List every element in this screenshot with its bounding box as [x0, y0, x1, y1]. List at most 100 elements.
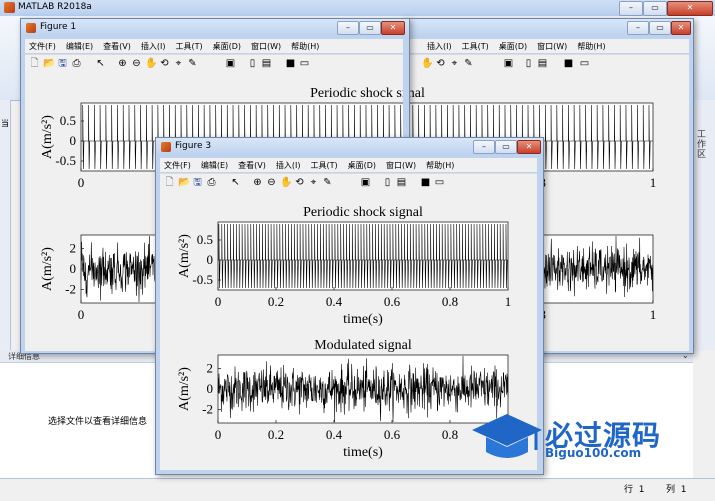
figure-3-menu-view[interactable]: 查看(V) [238, 160, 266, 172]
workspace-tab-label[interactable]: 工作区 [697, 130, 709, 160]
x-tick-label: 0.4 [326, 427, 343, 442]
rotate-icon[interactable]: ⟲ [435, 58, 446, 69]
zoom-out-icon[interactable]: ⊖ [266, 177, 277, 188]
figure-2-menu-window[interactable]: 窗口(W) [537, 41, 567, 53]
link-plot-icon[interactable]: ▣ [503, 58, 514, 69]
open-file-icon[interactable]: 📂 [43, 58, 55, 69]
pan-icon[interactable]: ✋ [421, 58, 433, 69]
new-figure-icon[interactable]: 🗋 [164, 177, 175, 188]
data-cursor-icon[interactable]: ⌖ [173, 58, 184, 69]
legend-icon[interactable]: ▤ [261, 58, 272, 69]
pan-icon[interactable]: ✋ [280, 177, 292, 188]
dock-icon[interactable]: ▭ [434, 177, 445, 188]
data-cursor-icon[interactable]: ⌖ [449, 58, 460, 69]
new-figure-icon[interactable]: 🗋 [29, 58, 40, 69]
figure-3-menu-tools[interactable]: 工具(T) [310, 160, 337, 172]
figure-1-menu-window[interactable]: 窗口(W) [251, 41, 281, 53]
current-folder-strip[interactable]: 当 [0, 100, 11, 350]
zoom-out-icon[interactable]: ⊖ [131, 58, 142, 69]
edit-plot-icon[interactable]: ↖ [95, 58, 106, 69]
figure-3-title: Figure 3 [175, 141, 212, 151]
brush-icon[interactable]: ✎ [187, 58, 198, 69]
figure-2-title-bar[interactable]: – ▭ ✕ [403, 19, 693, 37]
colorbar-icon[interactable]: ▯ [523, 58, 534, 69]
y-tick-label: 0 [207, 252, 214, 267]
data-cursor-icon[interactable]: ⌖ [308, 177, 319, 188]
x-axis-label: time(s) [343, 312, 383, 327]
figure-1-menu-insert[interactable]: 插入(I) [141, 41, 166, 53]
figure-1-menu-help[interactable]: 帮助(H) [291, 41, 319, 53]
figure-3-menu-window[interactable]: 窗口(W) [386, 160, 416, 172]
figure-2-maximize-button[interactable]: ▭ [649, 21, 671, 35]
figure-3-menu-help[interactable]: 帮助(H) [426, 160, 454, 172]
figure-3-menu-insert[interactable]: 插入(I) [276, 160, 301, 172]
figure-3-minimize-button[interactable]: – [473, 140, 495, 154]
minimize-button[interactable]: – [619, 1, 643, 16]
figure-3-title-bar[interactable]: Figure 3 – ▭ ✕ [156, 138, 543, 156]
figure-1-logo-icon [26, 23, 36, 33]
save-icon[interactable]: 🖫 [57, 58, 68, 69]
figure-2-close-button[interactable]: ✕ [671, 21, 691, 35]
dock-icon[interactable]: ▭ [299, 58, 310, 69]
link-plot-icon[interactable]: ▣ [225, 58, 236, 69]
figure-3-menu-edit[interactable]: 编辑(E) [201, 160, 228, 172]
brush-icon[interactable]: ✎ [463, 58, 474, 69]
brush-icon[interactable]: ✎ [322, 177, 333, 188]
figure-3-maximize-button[interactable]: ▭ [495, 140, 517, 154]
dock-icon[interactable]: ▭ [579, 58, 590, 69]
figure-1-title-bar[interactable]: Figure 1 – ▭ ✕ [21, 19, 409, 37]
legend-icon[interactable]: ▤ [396, 177, 407, 188]
figure-2-menu-help[interactable]: 帮助(H) [577, 41, 605, 53]
zoom-in-icon[interactable]: ⊕ [252, 177, 263, 188]
rotate-icon[interactable]: ⟲ [159, 58, 170, 69]
figure-2-menu-tools[interactable]: 工具(T) [462, 41, 489, 53]
figure-1-menu-desktop[interactable]: 桌面(D) [213, 41, 241, 53]
colorbar-icon[interactable]: ▯ [247, 58, 258, 69]
x-tick-label: 0.8 [442, 427, 458, 442]
figure-3-menubar: 文件(F) 编辑(E) 查看(V) 插入(I) 工具(T) 桌面(D) 窗口(W… [160, 158, 537, 172]
figure-1-minimize-button[interactable]: – [337, 21, 359, 35]
print-icon[interactable]: ⎙ [71, 58, 82, 69]
print-icon[interactable]: ⎙ [206, 177, 217, 188]
save-icon[interactable]: 🖫 [192, 177, 203, 188]
chart-title: Periodic shock signal [303, 205, 423, 220]
hide-tools-icon[interactable]: ■ [420, 177, 431, 188]
open-file-icon[interactable]: 📂 [178, 177, 190, 188]
status-col: 列 1 [666, 482, 686, 495]
x-tick-label: 0 [78, 175, 85, 190]
figure-1-menu-edit[interactable]: 编辑(E) [66, 41, 93, 53]
figure-1-close-button[interactable]: ✕ [381, 21, 405, 35]
link-plot-icon[interactable]: ▣ [360, 177, 371, 188]
watermark-en: Biguo100.com [545, 446, 642, 460]
zoom-in-icon[interactable]: ⊕ [117, 58, 128, 69]
hide-tools-icon[interactable]: ■ [285, 58, 296, 69]
figure-2-minimize-button[interactable]: – [627, 21, 649, 35]
figure-1-menu-tools[interactable]: 工具(T) [175, 41, 202, 53]
legend-icon[interactable]: ▤ [537, 58, 548, 69]
figure-1-menu-file[interactable]: 文件(F) [29, 41, 56, 53]
hide-tools-icon[interactable]: ■ [563, 58, 574, 69]
pan-icon[interactable]: ✋ [145, 58, 157, 69]
figure-2-menu-desktop[interactable]: 桌面(D) [499, 41, 527, 53]
x-tick-label: 0 [215, 427, 222, 442]
y-axis-label: A(m/s²) [177, 234, 192, 278]
status-col-label: 列 [666, 485, 676, 495]
x-tick-label: 1 [505, 294, 512, 309]
figure-3-menu-file[interactable]: 文件(F) [164, 160, 191, 172]
app-title: MATLAB R2018a [18, 2, 92, 12]
maximize-button[interactable]: ▭ [643, 1, 667, 16]
edit-plot-icon[interactable]: ↖ [230, 177, 241, 188]
figure-1-maximize-button[interactable]: ▭ [359, 21, 381, 35]
figure-1-menubar: 文件(F) 编辑(E) 查看(V) 插入(I) 工具(T) 桌面(D) 窗口(W… [25, 39, 403, 53]
status-row-label: 行 [624, 485, 634, 495]
figure-3-close-button[interactable]: ✕ [517, 140, 541, 154]
status-row: 行 1 [624, 482, 644, 495]
detail-panel-text: 选择文件以查看详细信息 [48, 417, 148, 427]
colorbar-icon[interactable]: ▯ [382, 177, 393, 188]
figure-1-menu-view[interactable]: 查看(V) [103, 41, 131, 53]
close-button[interactable]: ✕ [667, 1, 713, 16]
figure-3-menu-desktop[interactable]: 桌面(D) [348, 160, 376, 172]
rotate-icon[interactable]: ⟲ [294, 177, 305, 188]
figure-2-menu-insert[interactable]: 插入(I) [427, 41, 452, 53]
main-title-bar[interactable]: MATLAB R2018a [0, 0, 715, 16]
